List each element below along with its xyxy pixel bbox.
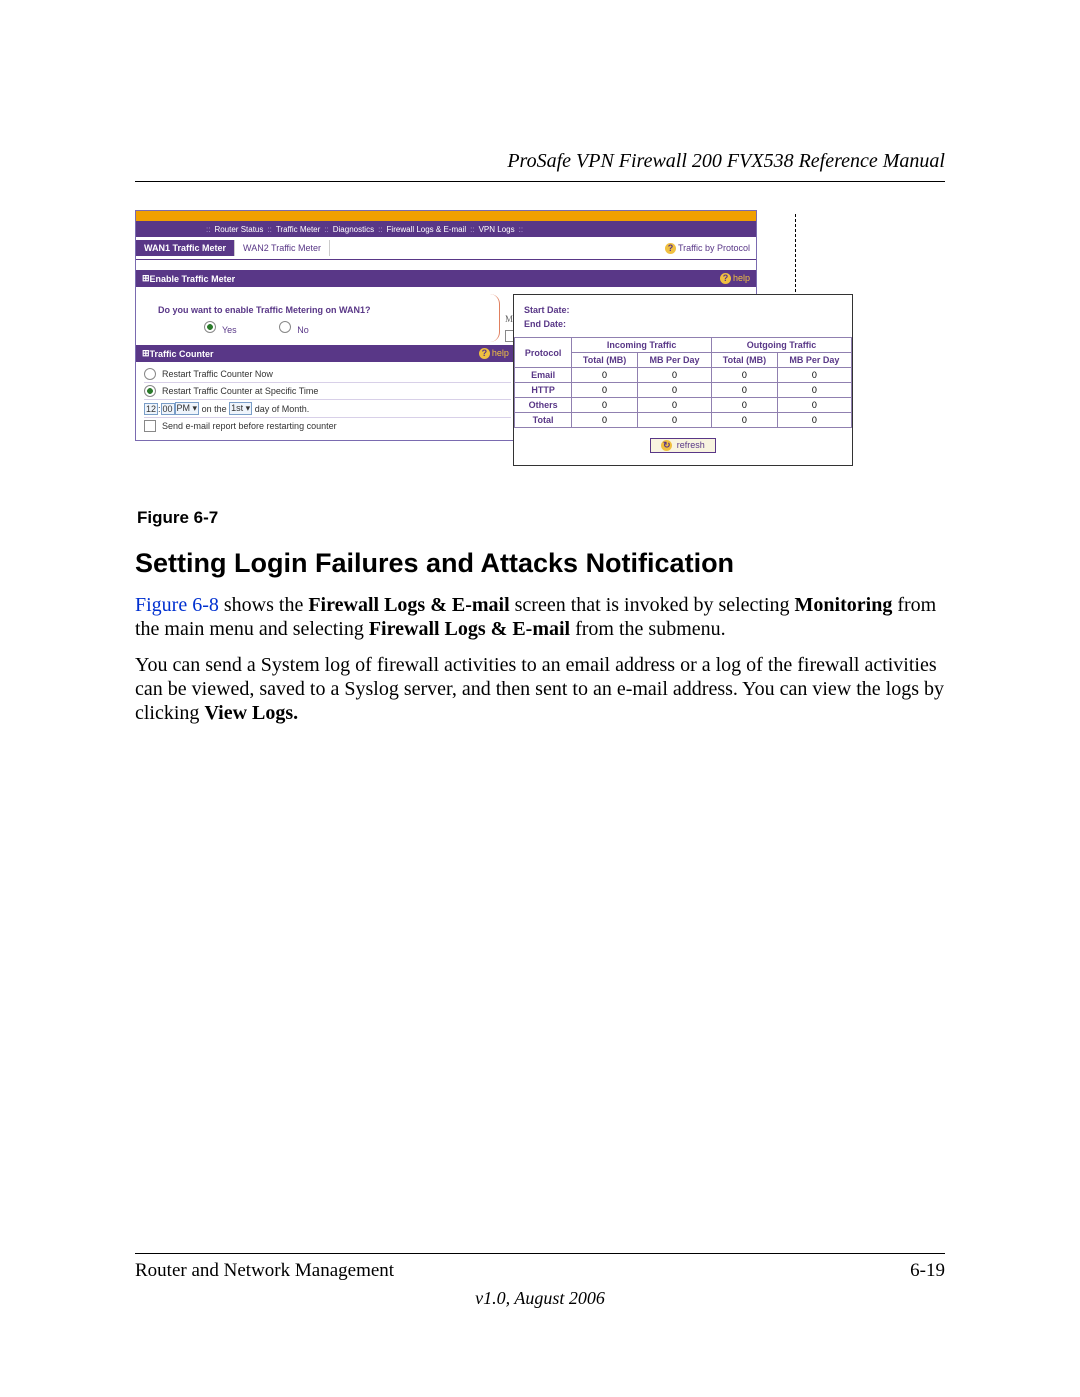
running-header: ProSafe VPN Firewall 200 FVX538 Referenc… bbox=[135, 150, 945, 182]
tab-traffic-meter[interactable]: Traffic Meter bbox=[276, 225, 320, 234]
subtab-wan1[interactable]: WAN1 Traffic Meter bbox=[136, 240, 235, 256]
traffic-by-protocol-link[interactable]: ?Traffic by Protocol bbox=[665, 243, 750, 254]
end-date-label: End Date: bbox=[524, 319, 842, 329]
figure-caption: Figure 6-7 bbox=[137, 508, 855, 528]
panel-enable-traffic-meter: ⊞ Enable Traffic Meter ?help bbox=[136, 270, 756, 287]
opt-restart-specific[interactable]: Restart Traffic Counter at Specific Time bbox=[144, 383, 511, 400]
traffic-by-protocol-popup: Start Date: End Date: Protocol Incoming … bbox=[513, 294, 853, 466]
protocol-table: Protocol Incoming Traffic Outgoing Traff… bbox=[514, 337, 852, 428]
figure-6-7: ::Router Status ::Traffic Meter ::Diagno… bbox=[135, 210, 855, 528]
info-icon: ? bbox=[665, 243, 676, 254]
paragraph-2: You can send a System log of firewall ac… bbox=[135, 653, 945, 725]
page-footer: Router and Network Management 6-19 v1.0,… bbox=[135, 1253, 945, 1309]
subtab-wan2[interactable]: WAN2 Traffic Meter bbox=[235, 240, 330, 256]
table-row: Total0000 bbox=[515, 413, 852, 428]
main-nav: ::Router Status ::Traffic Meter ::Diagno… bbox=[136, 221, 756, 237]
radio-no[interactable]: No bbox=[279, 325, 309, 335]
tab-firewall-logs[interactable]: Firewall Logs & E-mail bbox=[387, 225, 467, 234]
title-bar bbox=[136, 211, 756, 221]
help-link[interactable]: ?help bbox=[720, 273, 750, 284]
col-out-perday: MB Per Day bbox=[777, 353, 851, 368]
opt-email-before-restart[interactable]: Send e-mail report before restarting cou… bbox=[144, 418, 511, 434]
start-date-label: Start Date: bbox=[524, 305, 842, 315]
refresh-button[interactable]: ↻ refresh bbox=[650, 438, 716, 453]
radio-yes[interactable]: Yes bbox=[204, 325, 237, 335]
opt-restart-now[interactable]: Restart Traffic Counter Now bbox=[144, 366, 511, 383]
brace-decoration bbox=[483, 294, 500, 342]
table-row: HTTP0000 bbox=[515, 383, 852, 398]
help-icon: ? bbox=[720, 273, 731, 284]
opt-time-row[interactable]: 12 : 00 PM ▾ on the 1st ▾ day of Month. bbox=[144, 400, 511, 418]
col-in-perday: MB Per Day bbox=[637, 353, 711, 368]
table-row: Others0000 bbox=[515, 398, 852, 413]
panel-traffic-counter: ⊞ Traffic Counter ?help bbox=[136, 345, 515, 362]
table-row: Email0000 bbox=[515, 368, 852, 383]
col-out-total: Total (MB) bbox=[712, 353, 778, 368]
col-protocol: Protocol bbox=[515, 338, 572, 368]
footer-page-number: 6-19 bbox=[910, 1260, 945, 1282]
tab-vpn-logs[interactable]: VPN Logs bbox=[479, 225, 515, 234]
help-icon: ? bbox=[479, 348, 490, 359]
colgrp-incoming: Incoming Traffic bbox=[572, 338, 712, 353]
footer-chapter: Router and Network Management bbox=[135, 1260, 394, 1282]
footer-version: v1.0, August 2006 bbox=[135, 1288, 945, 1309]
section-heading: Setting Login Failures and Attacks Notif… bbox=[135, 548, 945, 579]
colgrp-outgoing: Outgoing Traffic bbox=[712, 338, 852, 353]
figure-6-8-link[interactable]: Figure 6-8 bbox=[135, 594, 219, 616]
tab-diagnostics[interactable]: Diagnostics bbox=[333, 225, 374, 234]
paragraph-1: Figure 6-8 shows the Firewall Logs & E-m… bbox=[135, 593, 945, 641]
col-in-total: Total (MB) bbox=[572, 353, 638, 368]
sub-tab-row: WAN1 Traffic Meter WAN2 Traffic Meter ?T… bbox=[136, 237, 756, 260]
callout-leader-line bbox=[755, 214, 796, 297]
refresh-icon: ↻ bbox=[661, 440, 672, 451]
tab-router-status[interactable]: Router Status bbox=[214, 225, 263, 234]
